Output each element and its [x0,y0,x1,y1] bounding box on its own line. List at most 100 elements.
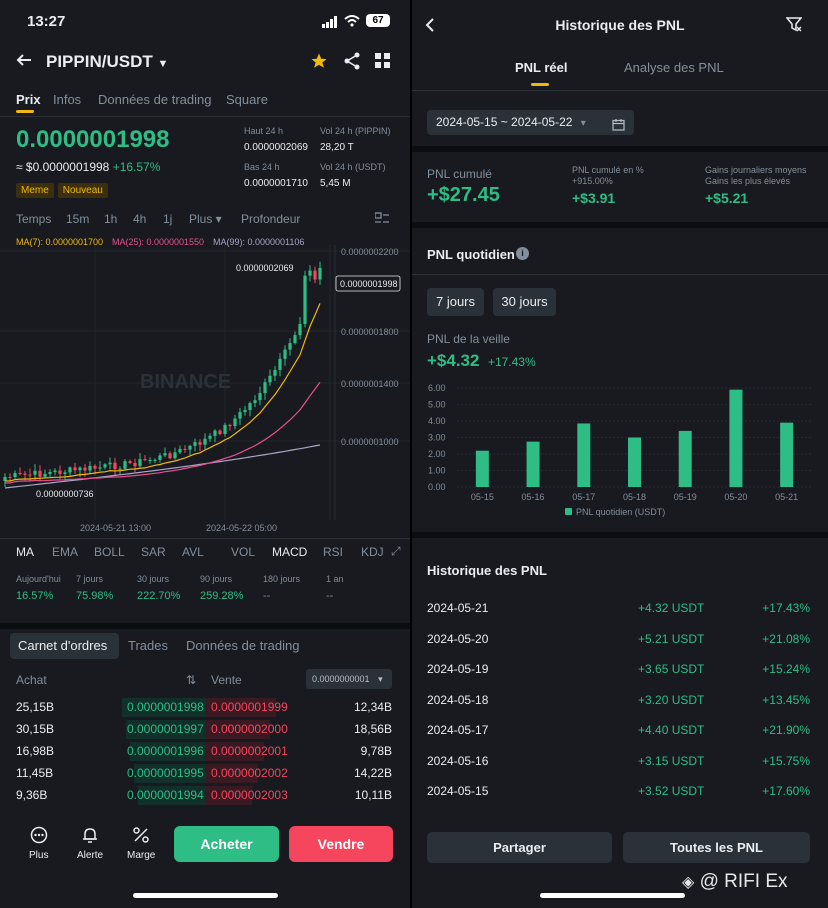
history-row[interactable]: 2024-05-19 +3.65 USDT +15.24% [412,662,828,682]
tag-meme[interactable]: Meme [16,183,54,198]
candlestick-chart[interactable]: BINANCE 0.0000002200 0.0000001800 0.0000… [0,245,410,535]
tab-pnl-analysis[interactable]: Analyse des PNL [624,60,724,75]
indicator-ema[interactable]: EMA [52,545,78,559]
tab-trading-data[interactable]: Données de trading [98,92,211,107]
interval-4h[interactable]: 4h [133,212,146,226]
period-7d[interactable]: 7 jours [427,288,484,316]
ask-price[interactable]: 0.0000001999 [211,700,288,714]
margin-label[interactable]: Marge [127,850,155,861]
book-toggle-icon[interactable]: ⇅ [186,673,196,687]
buy-header: Achat [16,673,47,687]
indicator-avl[interactable]: AVL [182,545,204,559]
axis-label: 0.0000001000 [341,437,399,447]
tab-infos[interactable]: Infos [53,92,81,107]
history-row[interactable]: 2024-05-18 +3.20 USDT +13.45% [412,693,828,713]
watermark-text: @ RIFI Ex [699,871,788,892]
home-indicator[interactable] [540,893,685,898]
interval-15m[interactable]: 15m [66,212,89,226]
perf-label: Aujourd'hui [16,574,61,584]
ask-price[interactable]: 0.0000002000 [211,722,288,736]
filter-icon[interactable] [785,16,803,37]
indicator-macd[interactable]: MACD [272,545,307,559]
indicator-sar[interactable]: SAR [141,545,166,559]
history-row[interactable]: 2024-05-17 +4.40 USDT +21.90% [412,723,828,743]
chart-settings-icon[interactable] [374,212,389,231]
ask-quantity[interactable]: 18,56B [354,722,392,736]
bid-price[interactable]: 0.0000001995 [127,766,204,780]
info-icon[interactable]: i [516,247,529,260]
tab-prix[interactable]: Prix [16,92,41,107]
avg-gain-value: +$5.21 [705,190,749,206]
expand-icon[interactable]: ⤢ [391,544,401,559]
depth-button[interactable]: Profondeur [241,212,300,226]
divider [412,274,828,275]
more-icon[interactable] [29,826,49,849]
candle-body [148,459,152,461]
interval-1h[interactable]: 1h [104,212,117,226]
sell-button[interactable]: Vendre [289,826,393,862]
back-arrow-icon[interactable] [16,52,32,73]
indicator-ma[interactable]: MA [16,545,34,559]
indicator-boll[interactable]: BOLL [94,545,125,559]
bid-price[interactable]: 0.0000001996 [127,744,204,758]
history-row[interactable]: 2024-05-15 +3.52 USDT +17.60% [412,784,828,804]
buy-button[interactable]: Acheter [174,826,279,862]
candle-body [68,467,72,473]
tab-book-data[interactable]: Données de trading [186,638,299,653]
axis-label: 0.0000001800 [341,327,399,337]
bid-quantity[interactable]: 25,15B [16,700,54,714]
interval-more[interactable]: Plus ▾ [189,212,222,226]
cumulative-pct-label: PNL cumulé en % [572,165,644,175]
margin-icon[interactable] [132,826,150,849]
ask-price[interactable]: 0.0000002002 [211,766,288,780]
bid-quantity[interactable]: 16,98B [16,744,54,758]
indicator-rsi[interactable]: RSI [323,545,343,559]
interval-1d[interactable]: 1j [163,212,172,226]
tab-order-book[interactable]: Carnet d'ordres [18,638,107,653]
precision-select[interactable]: 0.0000000001 ▾ [306,669,392,689]
bid-quantity[interactable]: 30,15B [16,722,54,736]
tab-trades[interactable]: Trades [128,638,168,653]
share-icon[interactable] [343,52,361,75]
tag-new[interactable]: Nouveau [57,183,108,198]
ask-quantity[interactable]: 12,34B [354,700,392,714]
all-pnl-button[interactable]: Toutes les PNL [623,832,810,863]
tab-square[interactable]: Square [226,92,268,107]
prev-day-value: +$4.32 [427,351,480,370]
pair-selector[interactable]: PIPPIN/USDT ▼ [46,52,168,72]
bell-icon[interactable] [81,826,99,849]
history-pct: +13.45% [762,692,810,707]
indicator-vol[interactable]: VOL [231,545,255,559]
history-row[interactable]: 2024-05-16 +3.15 USDT +15.75% [412,754,828,774]
indicator-kdj[interactable]: KDJ [361,545,384,559]
interval-time[interactable]: Temps [16,212,51,226]
history-row[interactable]: 2024-05-21 +4.32 USDT +17.43% [412,601,828,621]
legend-swatch [565,508,572,515]
grid-icon[interactable] [375,53,391,74]
alert-label[interactable]: Alerte [77,850,103,861]
bid-price[interactable]: 0.0000001998 [127,700,204,714]
period-30d[interactable]: 30 jours [493,288,556,316]
history-title: Historique des PNL [427,563,547,578]
ask-quantity[interactable]: 9,78B [361,744,392,758]
ask-price[interactable]: 0.0000002001 [211,744,288,758]
history-row[interactable]: 2024-05-20 +5.21 USDT +21.08% [412,632,828,652]
ask-price[interactable]: 0.0000002003 [211,788,288,802]
ask-quantity[interactable]: 14,22B [354,766,392,780]
ask-quantity[interactable]: 10,11B [355,788,392,802]
daily-pnl-chart[interactable]: 6.005.004.003.002.001.000.00 05-15 05-16 0… [412,378,828,523]
bid-price[interactable]: 0.0000001997 [127,722,204,736]
share-button[interactable]: Partager [427,832,612,863]
star-icon[interactable] [310,52,328,75]
more-label[interactable]: Plus [29,850,48,861]
tag-list: Meme Nouveau [16,180,112,198]
bid-quantity[interactable]: 9,36B [16,788,47,802]
home-indicator[interactable] [133,893,278,898]
section-separator [0,623,410,629]
ma99-line [4,444,321,489]
tab-realized-pnl[interactable]: PNL réel [515,60,568,75]
date-range-picker[interactable]: 2024-05-15 ~ 2024-05-22 ▾ [427,110,634,135]
bid-price[interactable]: 0.0000001994 [127,788,204,802]
candle-body [208,435,212,439]
bid-quantity[interactable]: 11,45B [16,766,53,780]
